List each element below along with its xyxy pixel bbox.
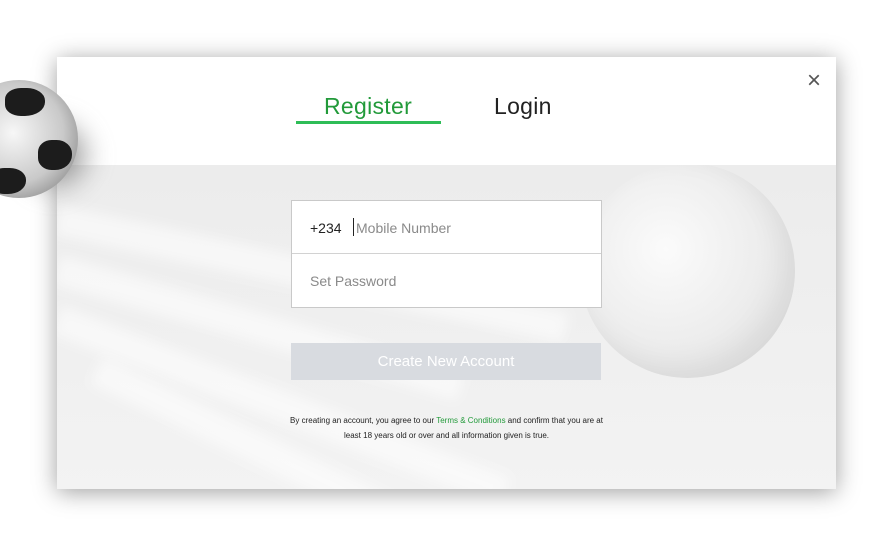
ball-patch — [5, 88, 45, 116]
terms-conditions-link[interactable]: Terms & Conditions — [436, 416, 505, 425]
terms-text-prefix: By creating an account, you agree to our — [290, 416, 437, 425]
text-caret — [353, 218, 354, 236]
mobile-number-field[interactable]: +234 Mobile Number — [292, 201, 601, 254]
tab-register[interactable]: Register — [324, 93, 412, 120]
close-icon[interactable]: × — [807, 69, 821, 93]
terms-text-line2: least 18 years old or over and all infor… — [344, 431, 549, 440]
password-field[interactable]: Set Password — [292, 254, 601, 306]
register-form: +234 Mobile Number Set Password — [291, 200, 602, 308]
country-code-prefix: +234 — [310, 220, 342, 236]
terms-notice: By creating an account, you agree to our… — [200, 413, 693, 443]
password-placeholder: Set Password — [310, 273, 397, 289]
football-image-right — [580, 163, 795, 378]
mobile-number-placeholder: Mobile Number — [356, 220, 451, 236]
ball-patch — [38, 140, 72, 170]
tabs-header: Register Login × — [57, 57, 836, 165]
active-tab-indicator — [296, 121, 441, 124]
create-account-button[interactable]: Create New Account — [291, 343, 601, 380]
tab-login[interactable]: Login — [494, 93, 552, 120]
ball-patch — [0, 168, 26, 194]
terms-text-suffix: and confirm that you are at — [505, 416, 603, 425]
